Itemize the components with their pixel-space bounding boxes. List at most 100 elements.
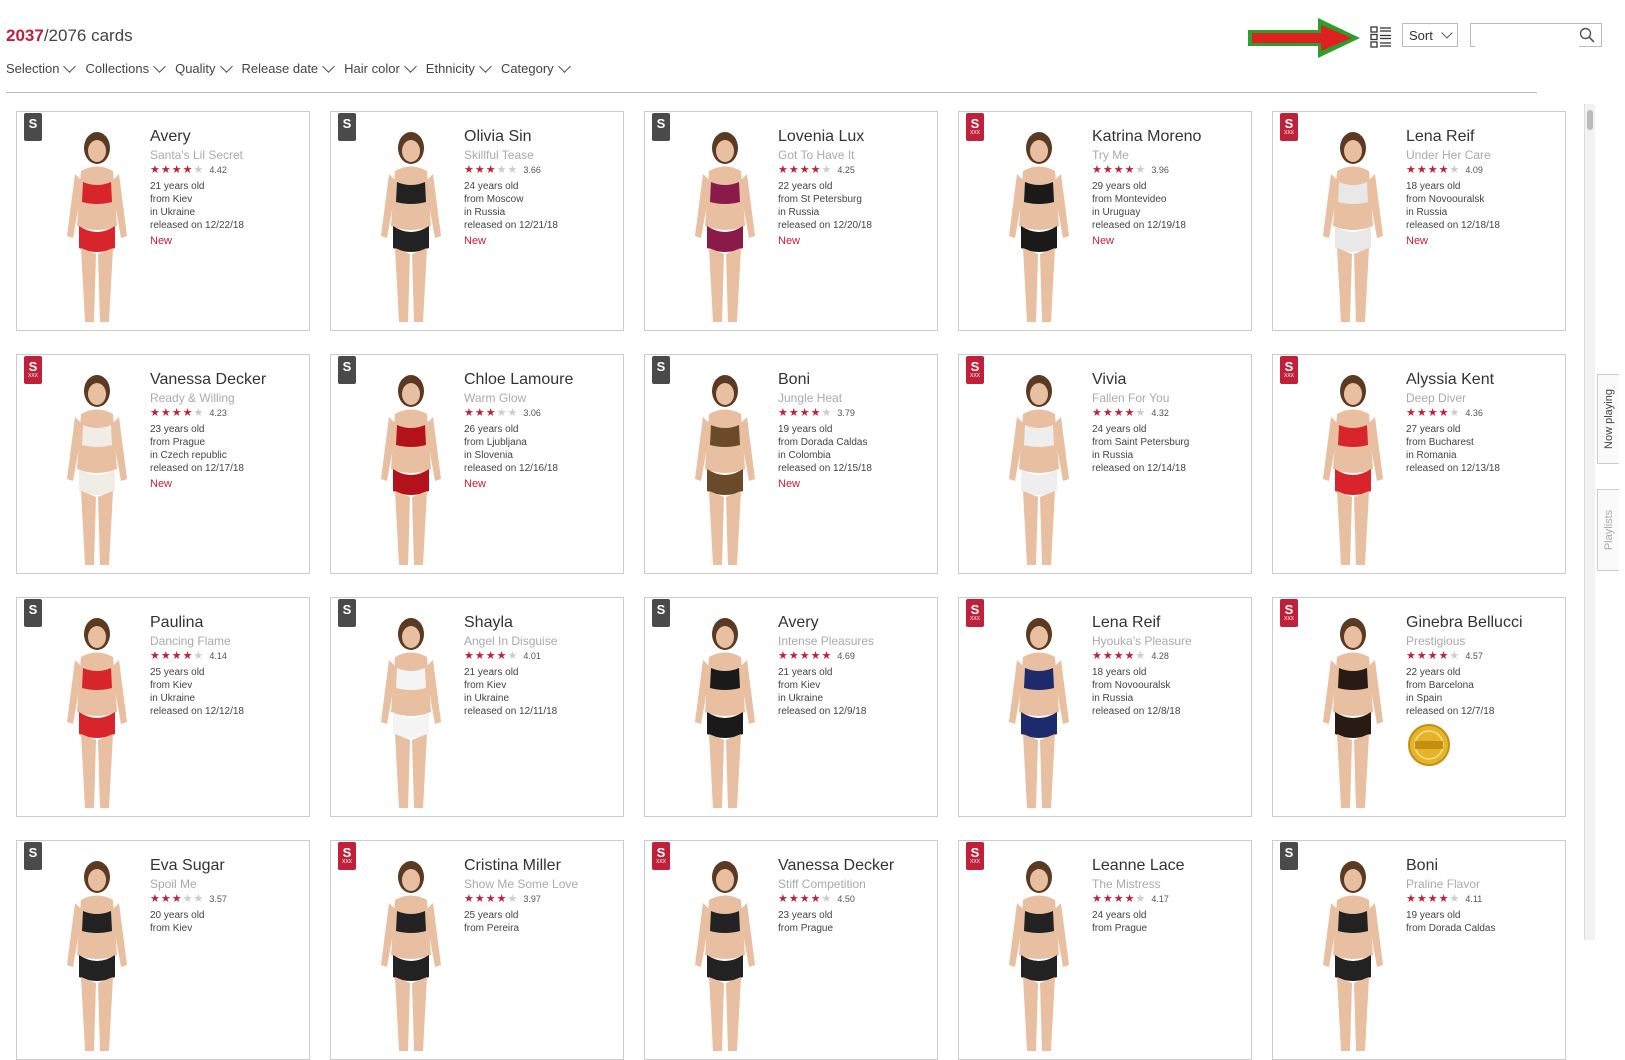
filter-quality[interactable]: Quality (175, 59, 233, 76)
set-title[interactable]: Try Me (1092, 148, 1250, 162)
set-title[interactable]: Fallen For You (1092, 391, 1250, 405)
model-photo[interactable] (685, 612, 765, 812)
filter-selection[interactable]: Selection (6, 59, 77, 76)
rating-value: 4.32 (1151, 407, 1169, 418)
model-name[interactable]: Ginebra Bellucci (1406, 614, 1564, 632)
set-title[interactable]: Angel In Disguise (464, 634, 622, 648)
set-title[interactable]: Santa's Lil Secret (150, 148, 308, 162)
model-photo[interactable] (371, 855, 451, 1055)
set-title[interactable]: Show Me Some Love (464, 877, 622, 891)
age: 24 years old (464, 181, 519, 192)
model-card[interactable]: S Boni Jungle Heat ★★★★★ 3.79 19 years old fro… (644, 354, 938, 574)
model-card[interactable]: S XXX Ginebra Bellucci Prestigious ★★★★★ 4.57… (1272, 597, 1566, 817)
model-photo[interactable] (685, 369, 765, 569)
model-name[interactable]: Eva Sugar (150, 857, 308, 875)
model-card[interactable]: S Avery Intense Pleasures ★★★★★ 4.69 21 years… (644, 597, 938, 817)
model-card[interactable]: S Avery Santa's Lil Secret ★★★★★ 4.42 21 year… (16, 111, 310, 331)
model-name[interactable]: Avery (150, 128, 308, 146)
model-name[interactable]: Vanessa Decker (150, 371, 308, 389)
model-photo[interactable] (371, 126, 451, 326)
model-name[interactable]: Vanessa Decker (778, 857, 936, 875)
sort-dropdown[interactable]: Sort (1402, 23, 1458, 47)
model-card[interactable]: S XXX Lena Reif Under Her Care ★★★★★ 4.09 18 y… (1272, 111, 1566, 331)
model-photo[interactable] (1313, 369, 1393, 569)
set-title[interactable]: The Mistress (1092, 877, 1250, 891)
model-card[interactable]: S Boni Praline Flavor ★★★★★ 4.11 19 years old… (1272, 840, 1566, 1060)
rating-value: 3.96 (1151, 164, 1169, 175)
set-title[interactable]: Hyouka's Pleasure (1092, 634, 1250, 648)
model-card[interactable]: S Olivia Sin Skillful Tease ★★★★★ 3.66 24 yea… (330, 111, 624, 331)
model-name[interactable]: Leanne Lace (1092, 857, 1250, 875)
model-card[interactable]: S Eva Sugar Spoil Me ★★★★★ 3.57 20 years old f… (16, 840, 310, 1060)
set-title[interactable]: Deep Diver (1406, 391, 1564, 405)
model-card[interactable]: S XXX Leanne Lace The Mistress ★★★★★ 4.17 24 y… (958, 840, 1252, 1060)
filter-release-date[interactable]: Release date (242, 59, 336, 76)
set-title[interactable]: Skillful Tease (464, 148, 622, 162)
set-title[interactable]: Warm Glow (464, 391, 622, 405)
model-name[interactable]: Vivia (1092, 371, 1250, 389)
star-icon: ★ (193, 164, 205, 176)
tab-playlists[interactable]: Playlists (1597, 489, 1619, 571)
search-input[interactable] (1475, 25, 1579, 47)
model-name[interactable]: Lena Reif (1406, 128, 1564, 146)
model-card[interactable]: S XXX Lena Reif Hyouka's Pleasure ★★★★★ 4.28 1… (958, 597, 1252, 817)
filter-ethnicity[interactable]: Ethnicity (426, 59, 492, 76)
model-card[interactable]: S XXX Alyssia Kent Deep Diver ★★★★★ 4.36 27 ye… (1272, 354, 1566, 574)
model-card[interactable]: S Paulina Dancing Flame ★★★★★ 4.14 25 years o… (16, 597, 310, 817)
model-card[interactable]: S XXX Vanessa Decker Ready & Willing ★★★★★ 4.… (16, 354, 310, 574)
filter-category[interactable]: Category (501, 59, 571, 76)
model-photo[interactable] (57, 369, 137, 569)
model-photo[interactable] (685, 855, 765, 1055)
model-photo[interactable] (57, 126, 137, 326)
model-photo[interactable] (57, 612, 137, 812)
model-card[interactable]: S Shayla Angel In Disguise ★★★★★ 4.01 21 year… (330, 597, 624, 817)
scrollbar-thumb[interactable] (1587, 110, 1593, 130)
model-name[interactable]: Lovenia Lux (778, 128, 936, 146)
model-photo[interactable] (371, 612, 451, 812)
set-title[interactable]: Prestigious (1406, 634, 1564, 648)
model-name[interactable]: Avery (778, 614, 936, 632)
search-icon[interactable] (1579, 27, 1595, 43)
model-name[interactable]: Cristina Miller (464, 857, 622, 875)
tab-now-playing[interactable]: Now playing (1597, 374, 1619, 464)
model-photo[interactable] (57, 855, 137, 1055)
grid-list-icon[interactable] (1370, 26, 1392, 48)
model-photo[interactable] (999, 855, 1079, 1055)
model-name[interactable]: Olivia Sin (464, 128, 622, 146)
set-title[interactable]: Dancing Flame (150, 634, 308, 648)
model-name[interactable]: Katrina Moreno (1092, 128, 1250, 146)
model-card[interactable]: S Chloe Lamoure Warm Glow ★★★★★ 3.06 26 years… (330, 354, 624, 574)
model-name[interactable]: Chloe Lamoure (464, 371, 622, 389)
model-photo[interactable] (1313, 855, 1393, 1055)
model-card[interactable]: S XXX Vivia Fallen For You ★★★★★ 4.32 24 years… (958, 354, 1252, 574)
model-card[interactable]: S XXX Vanessa Decker Stiff Competition ★★★★★… (644, 840, 938, 1060)
model-card[interactable]: S XXX Cristina Miller Show Me Some Love ★★★★… (330, 840, 624, 1060)
set-title[interactable]: Jungle Heat (778, 391, 936, 405)
model-card[interactable]: S XXX Katrina Moreno Try Me ★★★★★ 3.96 29 year… (958, 111, 1252, 331)
model-name[interactable]: Paulina (150, 614, 308, 632)
model-card[interactable]: S Lovenia Lux Got To Have It ★★★★★ 4.25 22 ye… (644, 111, 938, 331)
filter-collections[interactable]: Collections (85, 59, 166, 76)
scrollbar[interactable] (1584, 104, 1595, 940)
model-name[interactable]: Alyssia Kent (1406, 371, 1564, 389)
set-title[interactable]: Got To Have It (778, 148, 936, 162)
set-title[interactable]: Praline Flavor (1406, 877, 1564, 891)
model-photo[interactable] (1313, 126, 1393, 326)
model-photo[interactable] (999, 612, 1079, 812)
set-title[interactable]: Intense Pleasures (778, 634, 936, 648)
model-photo[interactable] (999, 369, 1079, 569)
set-title[interactable]: Under Her Care (1406, 148, 1564, 162)
set-title[interactable]: Stiff Competition (778, 877, 936, 891)
model-name[interactable]: Shayla (464, 614, 622, 632)
model-name[interactable]: Lena Reif (1092, 614, 1250, 632)
model-photo[interactable] (371, 369, 451, 569)
filter-hair-color[interactable]: Hair color (344, 59, 417, 76)
model-name[interactable]: Boni (778, 371, 936, 389)
set-title[interactable]: Spoil Me (150, 877, 308, 891)
model-photo[interactable] (999, 126, 1079, 326)
set-title[interactable]: Ready & Willing (150, 391, 308, 405)
model-photo[interactable] (685, 126, 765, 326)
model-name[interactable]: Boni (1406, 857, 1564, 875)
model-photo[interactable] (1313, 612, 1393, 812)
rating: ★★★★★ 4.57 (1406, 649, 1564, 662)
